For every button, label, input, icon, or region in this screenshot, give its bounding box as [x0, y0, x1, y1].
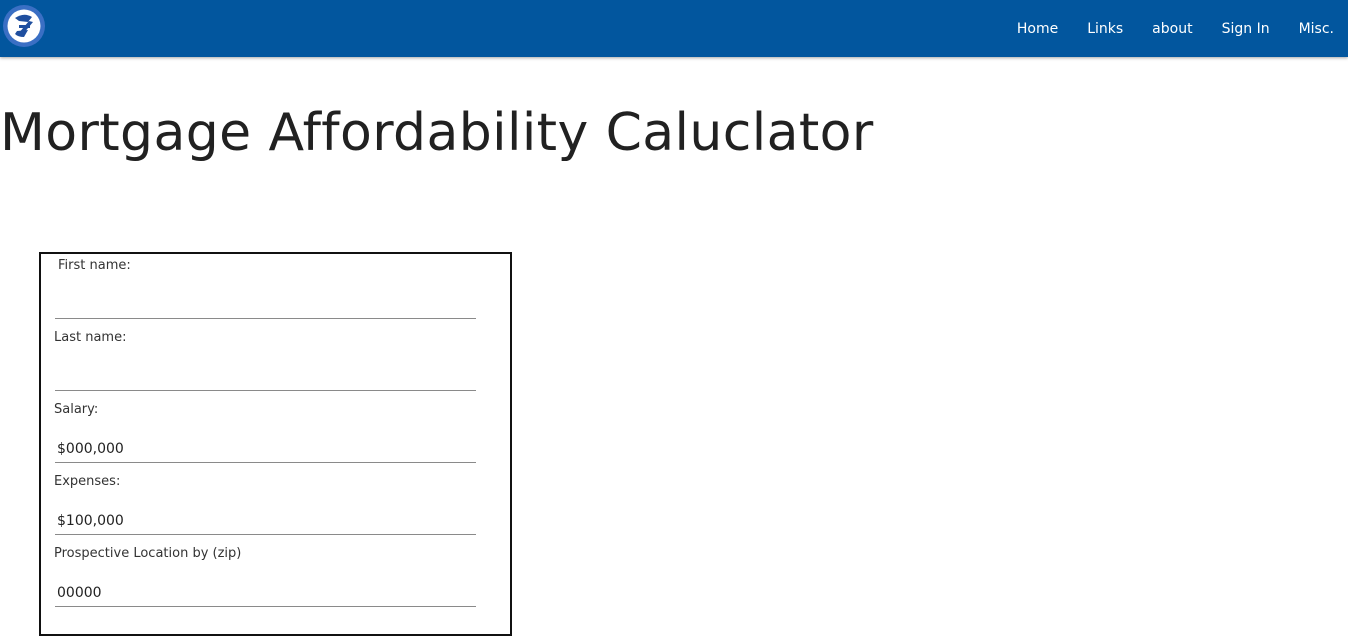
location-zip-input[interactable]: [55, 579, 476, 607]
first-name-label: First name:: [58, 258, 131, 273]
nav-sign-in-link[interactable]: Sign In: [1222, 21, 1270, 37]
location-zip-label: Prospective Location by (zip): [54, 546, 242, 561]
nav-menu: Home Links about Sign In Misc.: [988, 0, 1334, 57]
expenses-label: Expenses:: [54, 474, 121, 489]
first-name-input[interactable]: [55, 291, 476, 319]
site-logo-icon[interactable]: [2, 4, 46, 48]
nav-misc-link[interactable]: Misc.: [1299, 21, 1334, 37]
salary-label: Salary:: [54, 402, 99, 417]
page-title: Mortgage Affordability Caluclator: [0, 103, 874, 163]
top-navbar: Home Links about Sign In Misc.: [0, 0, 1348, 57]
salary-input[interactable]: [55, 435, 476, 463]
expenses-input[interactable]: [55, 507, 476, 535]
nav-home-link[interactable]: Home: [1017, 21, 1058, 37]
mortgage-form: First name: Last name: Salary: Expenses:…: [39, 252, 512, 636]
last-name-label: Last name:: [54, 330, 127, 345]
nav-links-link[interactable]: Links: [1087, 21, 1123, 37]
nav-about-link[interactable]: about: [1152, 21, 1192, 37]
last-name-input[interactable]: [55, 363, 476, 391]
